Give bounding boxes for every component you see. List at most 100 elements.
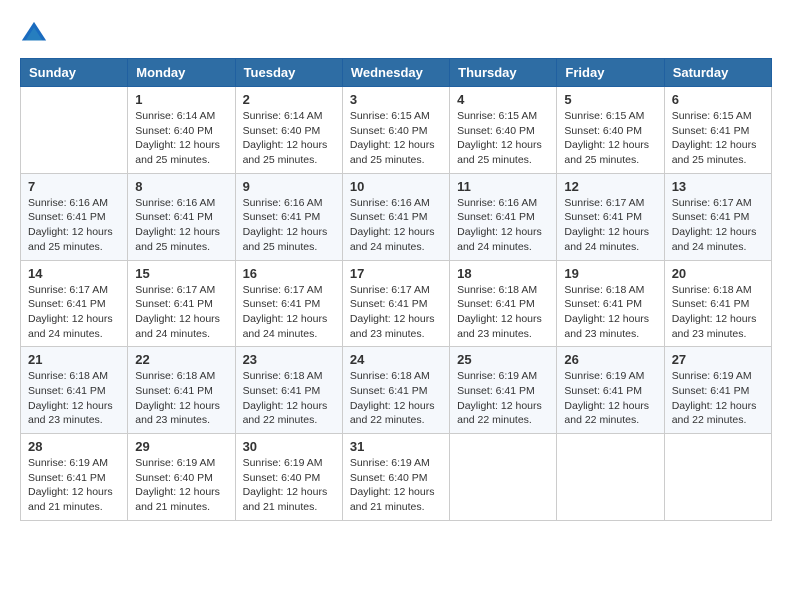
- day-number: 29: [135, 439, 227, 454]
- day-info: Sunrise: 6:19 AM Sunset: 6:41 PM Dayligh…: [564, 369, 656, 428]
- day-number: 18: [457, 266, 549, 281]
- day-number: 3: [350, 92, 442, 107]
- day-info: Sunrise: 6:19 AM Sunset: 6:40 PM Dayligh…: [135, 456, 227, 515]
- day-number: 11: [457, 179, 549, 194]
- calendar-cell: 7 Sunrise: 6:16 AM Sunset: 6:41 PM Daylig…: [21, 173, 128, 260]
- calendar-cell: 28 Sunrise: 6:19 AM Sunset: 6:41 PM Dayli…: [21, 434, 128, 521]
- calendar-cell: [450, 434, 557, 521]
- day-number: 6: [672, 92, 764, 107]
- day-info: Sunrise: 6:19 AM Sunset: 6:40 PM Dayligh…: [350, 456, 442, 515]
- day-number: 22: [135, 352, 227, 367]
- day-number: 17: [350, 266, 442, 281]
- calendar-cell: 1 Sunrise: 6:14 AM Sunset: 6:40 PM Daylig…: [128, 87, 235, 174]
- day-info: Sunrise: 6:18 AM Sunset: 6:41 PM Dayligh…: [28, 369, 120, 428]
- calendar-cell: 18 Sunrise: 6:18 AM Sunset: 6:41 PM Dayli…: [450, 260, 557, 347]
- day-info: Sunrise: 6:18 AM Sunset: 6:41 PM Dayligh…: [672, 283, 764, 342]
- day-number: 7: [28, 179, 120, 194]
- day-number: 10: [350, 179, 442, 194]
- day-info: Sunrise: 6:17 AM Sunset: 6:41 PM Dayligh…: [135, 283, 227, 342]
- calendar-cell: 10Sunrise: 6:16 AM Sunset: 6:41 PM Dayli…: [342, 173, 449, 260]
- calendar-cell: 2 Sunrise: 6:14 AM Sunset: 6:40 PM Daylig…: [235, 87, 342, 174]
- day-number: 30: [243, 439, 335, 454]
- day-number: 21: [28, 352, 120, 367]
- day-info: Sunrise: 6:17 AM Sunset: 6:41 PM Dayligh…: [564, 196, 656, 255]
- day-number: 16: [243, 266, 335, 281]
- day-number: 9: [243, 179, 335, 194]
- calendar-cell: 11Sunrise: 6:16 AM Sunset: 6:41 PM Dayli…: [450, 173, 557, 260]
- calendar-cell: 3 Sunrise: 6:15 AM Sunset: 6:40 PM Daylig…: [342, 87, 449, 174]
- day-info: Sunrise: 6:14 AM Sunset: 6:40 PM Dayligh…: [135, 109, 227, 168]
- day-number: 15: [135, 266, 227, 281]
- day-number: 5: [564, 92, 656, 107]
- calendar-cell: [557, 434, 664, 521]
- day-info: Sunrise: 6:16 AM Sunset: 6:41 PM Dayligh…: [243, 196, 335, 255]
- day-number: 4: [457, 92, 549, 107]
- day-number: 27: [672, 352, 764, 367]
- day-info: Sunrise: 6:18 AM Sunset: 6:41 PM Dayligh…: [350, 369, 442, 428]
- day-number: 14: [28, 266, 120, 281]
- day-info: Sunrise: 6:16 AM Sunset: 6:41 PM Dayligh…: [28, 196, 120, 255]
- day-number: 13: [672, 179, 764, 194]
- day-info: Sunrise: 6:19 AM Sunset: 6:41 PM Dayligh…: [672, 369, 764, 428]
- page-header: [20, 20, 772, 48]
- day-info: Sunrise: 6:19 AM Sunset: 6:41 PM Dayligh…: [457, 369, 549, 428]
- calendar-cell: 16Sunrise: 6:17 AM Sunset: 6:41 PM Dayli…: [235, 260, 342, 347]
- day-info: Sunrise: 6:19 AM Sunset: 6:40 PM Dayligh…: [243, 456, 335, 515]
- day-info: Sunrise: 6:15 AM Sunset: 6:40 PM Dayligh…: [564, 109, 656, 168]
- calendar-cell: 31 Sunrise: 6:19 AM Sunset: 6:40 PM Dayli…: [342, 434, 449, 521]
- day-number: 1: [135, 92, 227, 107]
- day-info: Sunrise: 6:15 AM Sunset: 6:40 PM Dayligh…: [457, 109, 549, 168]
- day-number: 12: [564, 179, 656, 194]
- day-info: Sunrise: 6:14 AM Sunset: 6:40 PM Dayligh…: [243, 109, 335, 168]
- calendar-cell: 23 Sunrise: 6:18 AM Sunset: 6:41 PM Dayli…: [235, 347, 342, 434]
- calendar-cell: 4 Sunrise: 6:15 AM Sunset: 6:40 PM Daylig…: [450, 87, 557, 174]
- calendar-week-row: 28 Sunrise: 6:19 AM Sunset: 6:41 PM Dayli…: [21, 434, 772, 521]
- calendar-week-row: 21 Sunrise: 6:18 AM Sunset: 6:41 PM Dayli…: [21, 347, 772, 434]
- calendar-cell: 8Sunrise: 6:16 AM Sunset: 6:41 PM Daylig…: [128, 173, 235, 260]
- calendar-week-row: 7 Sunrise: 6:16 AM Sunset: 6:41 PM Daylig…: [21, 173, 772, 260]
- day-number: 8: [135, 179, 227, 194]
- calendar-header-friday: Friday: [557, 59, 664, 87]
- calendar-header-saturday: Saturday: [664, 59, 771, 87]
- day-number: 23: [243, 352, 335, 367]
- day-info: Sunrise: 6:18 AM Sunset: 6:41 PM Dayligh…: [135, 369, 227, 428]
- calendar-cell: 27 Sunrise: 6:19 AM Sunset: 6:41 PM Dayli…: [664, 347, 771, 434]
- day-number: 2: [243, 92, 335, 107]
- calendar-cell: 30 Sunrise: 6:19 AM Sunset: 6:40 PM Dayli…: [235, 434, 342, 521]
- day-info: Sunrise: 6:15 AM Sunset: 6:40 PM Dayligh…: [350, 109, 442, 168]
- day-number: 26: [564, 352, 656, 367]
- day-info: Sunrise: 6:18 AM Sunset: 6:41 PM Dayligh…: [457, 283, 549, 342]
- logo: [20, 20, 52, 48]
- calendar-table: SundayMondayTuesdayWednesdayThursdayFrid…: [20, 58, 772, 521]
- calendar-cell: 29 Sunrise: 6:19 AM Sunset: 6:40 PM Dayli…: [128, 434, 235, 521]
- day-info: Sunrise: 6:17 AM Sunset: 6:41 PM Dayligh…: [350, 283, 442, 342]
- calendar-cell: 21 Sunrise: 6:18 AM Sunset: 6:41 PM Dayli…: [21, 347, 128, 434]
- day-number: 24: [350, 352, 442, 367]
- calendar-cell: 19Sunrise: 6:18 AM Sunset: 6:41 PM Dayli…: [557, 260, 664, 347]
- calendar-header-tuesday: Tuesday: [235, 59, 342, 87]
- calendar-header-row: SundayMondayTuesdayWednesdayThursdayFrid…: [21, 59, 772, 87]
- calendar-cell: 9 Sunrise: 6:16 AM Sunset: 6:41 PM Daylig…: [235, 173, 342, 260]
- calendar-cell: 15 Sunrise: 6:17 AM Sunset: 6:41 PM Dayli…: [128, 260, 235, 347]
- logo-icon: [20, 20, 48, 48]
- calendar-cell: 22 Sunrise: 6:18 AM Sunset: 6:41 PM Dayli…: [128, 347, 235, 434]
- day-number: 28: [28, 439, 120, 454]
- calendar-cell: 26 Sunrise: 6:19 AM Sunset: 6:41 PM Dayli…: [557, 347, 664, 434]
- calendar-cell: [664, 434, 771, 521]
- calendar-cell: 5 Sunrise: 6:15 AM Sunset: 6:40 PM Daylig…: [557, 87, 664, 174]
- day-info: Sunrise: 6:18 AM Sunset: 6:41 PM Dayligh…: [243, 369, 335, 428]
- calendar-header-wednesday: Wednesday: [342, 59, 449, 87]
- day-number: 20: [672, 266, 764, 281]
- day-number: 31: [350, 439, 442, 454]
- calendar-header-monday: Monday: [128, 59, 235, 87]
- calendar-cell: [21, 87, 128, 174]
- calendar-cell: 14 Sunrise: 6:17 AM Sunset: 6:41 PM Dayli…: [21, 260, 128, 347]
- calendar-cell: 25 Sunrise: 6:19 AM Sunset: 6:41 PM Dayli…: [450, 347, 557, 434]
- day-info: Sunrise: 6:17 AM Sunset: 6:41 PM Dayligh…: [28, 283, 120, 342]
- day-info: Sunrise: 6:17 AM Sunset: 6:41 PM Dayligh…: [672, 196, 764, 255]
- day-number: 25: [457, 352, 549, 367]
- calendar-cell: 12 Sunrise: 6:17 AM Sunset: 6:41 PM Dayli…: [557, 173, 664, 260]
- day-info: Sunrise: 6:18 AM Sunset: 6:41 PM Dayligh…: [564, 283, 656, 342]
- day-info: Sunrise: 6:19 AM Sunset: 6:41 PM Dayligh…: [28, 456, 120, 515]
- calendar-cell: 6Sunrise: 6:15 AM Sunset: 6:41 PM Daylig…: [664, 87, 771, 174]
